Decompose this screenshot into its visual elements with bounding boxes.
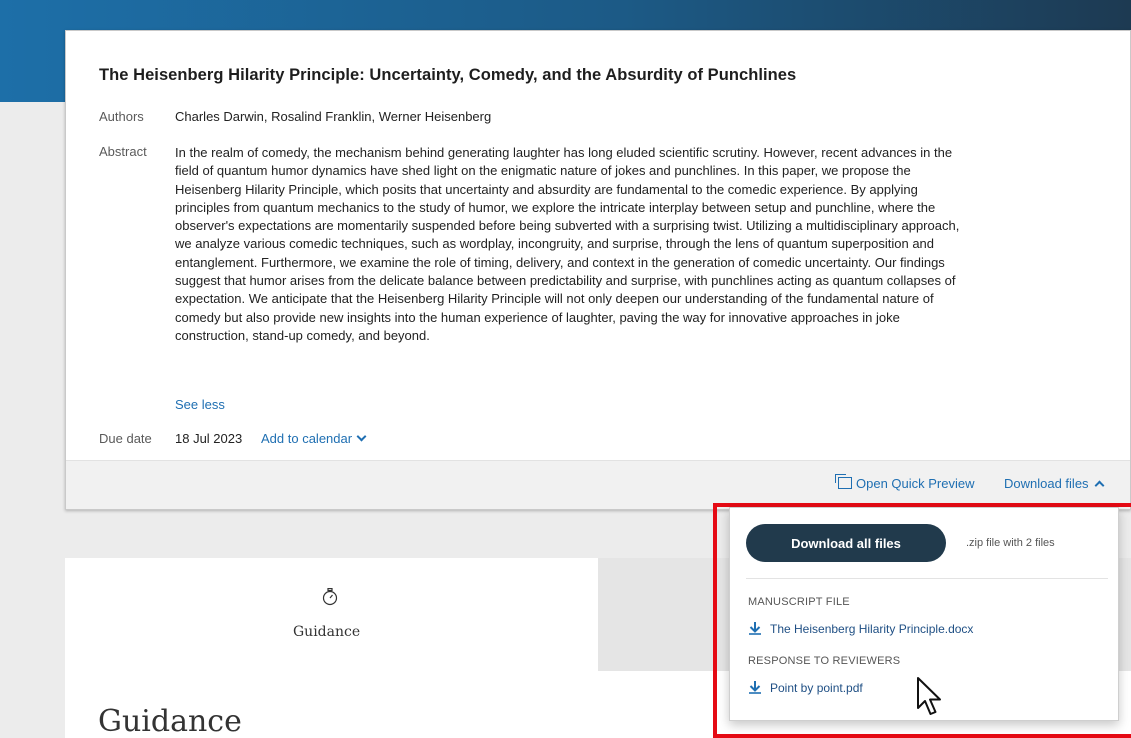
- download-icon: [749, 681, 761, 694]
- download-icon: [749, 622, 761, 635]
- due-date-label: Due date: [99, 431, 152, 446]
- response-file-download-link[interactable]: Point by point.pdf: [748, 680, 863, 695]
- submission-card: The Heisenberg Hilarity Principle: Uncer…: [65, 30, 1131, 510]
- mouse-pointer-icon: [917, 677, 941, 715]
- preview-icon: [835, 474, 852, 489]
- response-to-reviewers-label: RESPONSE TO REVIEWERS: [748, 655, 901, 667]
- authors-value: Charles Darwin, Rosalind Franklin, Werne…: [175, 109, 492, 124]
- manuscript-file-download-link[interactable]: The Heisenberg Hilarity Principle.docx: [748, 621, 973, 636]
- authors-label: Authors: [99, 109, 144, 124]
- add-to-calendar-button[interactable]: Add to calendar: [261, 431, 367, 446]
- abstract-text: In the realm of comedy, the mechanism be…: [175, 145, 960, 343]
- due-date-value: 18 Jul 2023: [175, 431, 243, 446]
- menu-divider: [746, 578, 1108, 579]
- submission-title: The Heisenberg Hilarity Principle: Uncer…: [99, 66, 797, 84]
- open-quick-preview-label: Open Quick Preview: [856, 476, 975, 491]
- guidance-heading: Guidance: [98, 704, 242, 738]
- abstract-label: Abstract: [99, 144, 147, 159]
- guidance-tab[interactable]: Guidance: [293, 624, 360, 640]
- manuscript-file-label: MANUSCRIPT FILE: [748, 596, 850, 608]
- download-all-files-button[interactable]: Download all files: [746, 524, 946, 562]
- response-file-name: Point by point.pdf: [770, 681, 863, 695]
- manuscript-file-name: The Heisenberg Hilarity Principle.docx: [770, 622, 974, 636]
- chevron-up-icon: [1094, 480, 1104, 491]
- download-files-label: Download files: [1004, 476, 1089, 491]
- chevron-down-icon: [356, 431, 367, 442]
- stopwatch-icon: [322, 588, 338, 606]
- open-quick-preview-link[interactable]: Open Quick Preview: [835, 474, 975, 491]
- see-less-link[interactable]: See less: [175, 397, 225, 412]
- download-files-toggle[interactable]: Download files: [1004, 476, 1104, 491]
- zip-note: .zip file with 2 files: [966, 537, 1055, 549]
- add-to-calendar-label: Add to calendar: [261, 431, 353, 446]
